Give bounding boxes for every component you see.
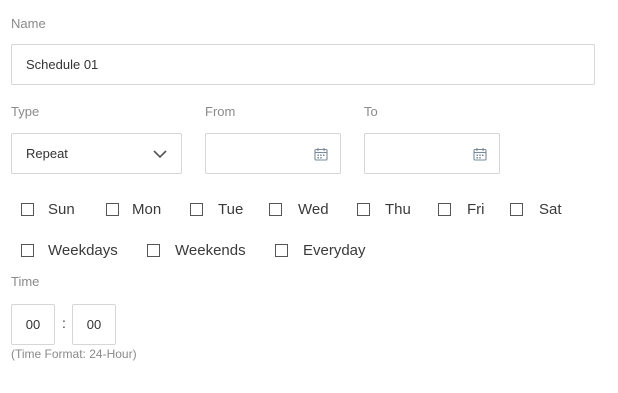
checkbox[interactable] [357, 203, 370, 216]
checkbox[interactable] [275, 244, 288, 257]
day-label: Tue [218, 201, 244, 218]
checkbox[interactable] [510, 203, 523, 216]
from-date-field[interactable] [205, 133, 341, 174]
day-checkbox-mon[interactable]: Mon [106, 201, 166, 221]
presets-checkbox-row: Weekdays Weekends Everyday [0, 242, 618, 262]
day-checkbox-wed[interactable]: Wed [269, 201, 333, 221]
name-input[interactable] [26, 57, 586, 73]
day-label: Wed [298, 201, 329, 218]
chevron-down-icon [153, 150, 167, 159]
day-label: Sat [539, 201, 562, 218]
checkbox[interactable] [147, 244, 160, 257]
time-label: Time [11, 274, 40, 289]
type-selected-value: Repeat [26, 146, 68, 161]
time-format-hint: (Time Format: 24-Hour) [11, 347, 137, 361]
calendar-icon[interactable] [314, 147, 328, 161]
day-checkbox-fri[interactable]: Fri [438, 201, 488, 221]
day-checkbox-sun[interactable]: Sun [21, 201, 81, 221]
name-label: Name [11, 16, 46, 31]
name-field[interactable] [11, 44, 595, 85]
from-label: From [205, 104, 236, 119]
day-checkbox-sat[interactable]: Sat [510, 201, 566, 221]
days-checkbox-row: Sun Mon Tue Wed Thu Fri Sat [0, 201, 618, 221]
preset-label: Weekdays [48, 242, 118, 259]
checkbox[interactable] [21, 203, 34, 216]
day-label: Thu [385, 201, 411, 218]
day-checkbox-thu[interactable]: Thu [357, 201, 417, 221]
day-checkbox-tue[interactable]: Tue [190, 201, 250, 221]
preset-checkbox-weekends[interactable]: Weekends [147, 242, 251, 262]
hour-value: 00 [25, 317, 41, 332]
to-label: To [364, 104, 378, 119]
hour-input[interactable]: 00 [11, 304, 55, 345]
checkbox[interactable] [21, 244, 34, 257]
to-date-field[interactable] [364, 133, 500, 174]
preset-label: Everyday [303, 242, 366, 259]
minute-input[interactable]: 00 [72, 304, 116, 345]
day-label: Sun [48, 201, 75, 218]
preset-checkbox-everyday[interactable]: Everyday [275, 242, 371, 262]
day-label: Mon [132, 201, 162, 218]
checkbox[interactable] [190, 203, 203, 216]
checkbox[interactable] [106, 203, 119, 216]
time-separator: : [62, 315, 66, 331]
type-label: Type [11, 104, 40, 119]
day-label: Fri [467, 201, 485, 218]
type-select[interactable]: Repeat [11, 133, 182, 174]
checkbox[interactable] [269, 203, 282, 216]
checkbox[interactable] [438, 203, 451, 216]
calendar-icon[interactable] [473, 147, 487, 161]
preset-checkbox-weekdays[interactable]: Weekdays [21, 242, 123, 262]
minute-value: 00 [86, 317, 102, 332]
preset-label: Weekends [175, 242, 246, 259]
